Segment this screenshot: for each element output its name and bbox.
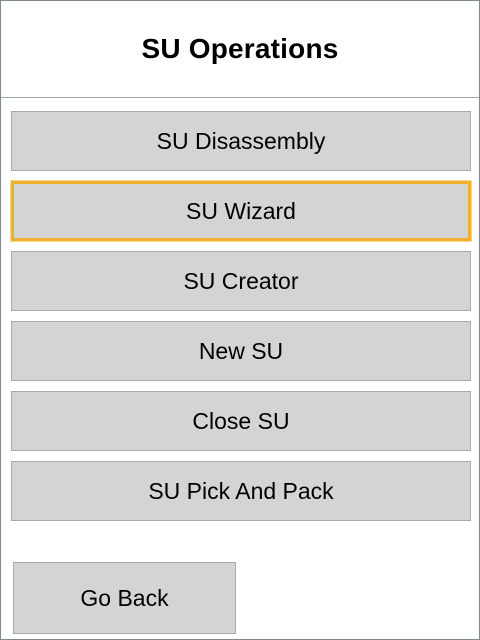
su-creator-button[interactable]: SU Creator [11,251,471,311]
menu-item-label: SU Pick And Pack [148,477,334,504]
su-pick-and-pack-button[interactable]: SU Pick And Pack [11,461,471,521]
go-back-label: Go Back [80,584,169,611]
page-title: SU Operations [141,33,339,64]
su-disassembly-button[interactable]: SU Disassembly [11,111,471,171]
app-window: SU Operations SU Disassembly SU Wizard S… [0,0,480,640]
menu-item-label: New SU [198,337,284,364]
header-bar: SU Operations [1,1,479,98]
operations-menu: SU Disassembly SU Wizard SU Creator New … [11,111,471,531]
menu-item-label: Close SU [192,407,290,434]
su-wizard-button[interactable]: SU Wizard [11,181,471,241]
new-su-button[interactable]: New SU [11,321,471,381]
menu-item-label: SU Disassembly [156,127,326,154]
go-back-button[interactable]: Go Back [13,562,236,634]
menu-item-label: SU Creator [183,267,299,294]
menu-item-label: SU Wizard [186,197,296,224]
close-su-button[interactable]: Close SU [11,391,471,451]
